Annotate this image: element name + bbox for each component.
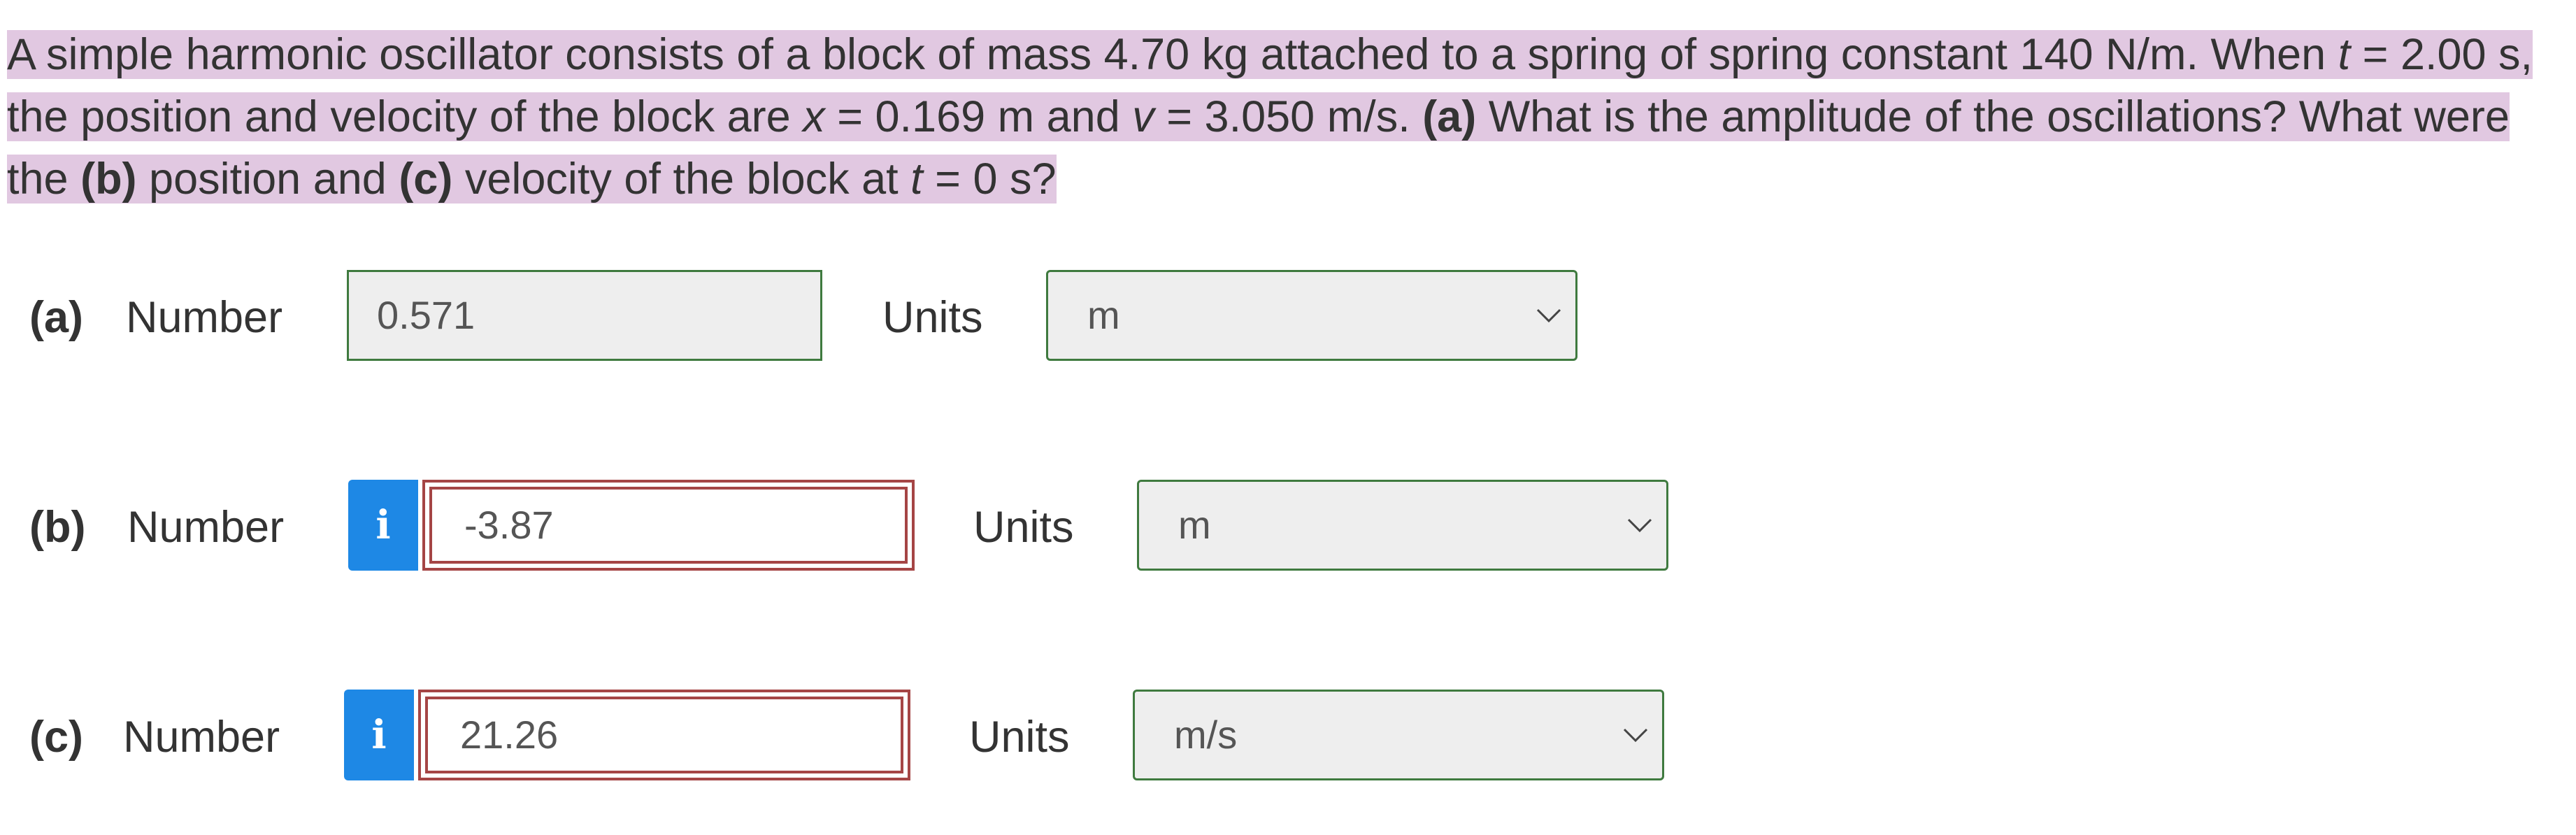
answer-input-b-value: -3.87 — [429, 487, 908, 564]
part-a-ref: (a) — [1422, 92, 1477, 141]
chevron-down-icon — [1536, 308, 1561, 323]
answer-input-c[interactable]: 21.26 — [418, 690, 910, 780]
units-select-value: m — [1087, 293, 1120, 337]
part-c-label: (c) — [29, 713, 83, 762]
units-select-a[interactable]: m — [1046, 270, 1577, 361]
part-b-ref: (b) — [80, 155, 137, 204]
answer-row-b: (b) Number i -3.87 Units m — [0, 480, 2576, 575]
answer-row-a: (a) Number 0.571 Units m — [0, 270, 2576, 365]
answer-row-c: (c) Number i 21.26 Units m/s — [0, 690, 2576, 785]
question-fragment: velocity of the block at — [452, 155, 911, 204]
number-label: Number — [126, 293, 283, 342]
units-select-b[interactable]: m — [1137, 480, 1668, 571]
variable-t: t — [2338, 30, 2351, 79]
units-select-value: m/s — [1174, 713, 1238, 757]
part-b-label: (b) — [29, 503, 86, 552]
chevron-down-icon — [1623, 728, 1648, 743]
info-icon[interactable]: i — [348, 480, 418, 571]
units-select-c[interactable]: m/s — [1133, 690, 1664, 780]
number-label: Number — [123, 713, 280, 762]
part-c-ref: (c) — [399, 155, 453, 204]
variable-t: t — [910, 155, 923, 204]
question-fragment: = 3.050 m/s. — [1154, 92, 1423, 141]
number-label: Number — [127, 503, 285, 552]
question-fragment: position and — [136, 155, 399, 204]
units-label: Units — [973, 503, 1074, 552]
units-label: Units — [882, 293, 983, 342]
units-label: Units — [969, 713, 1070, 762]
question-text: A simple harmonic oscillator consists of… — [7, 24, 2569, 210]
answer-input-b[interactable]: -3.87 — [422, 480, 915, 571]
answer-input-c-value: 21.26 — [425, 697, 903, 773]
answer-input-a[interactable]: 0.571 — [347, 270, 822, 361]
variable-v: v — [1132, 92, 1154, 141]
variable-x: x — [803, 92, 825, 141]
question-fragment: A simple harmonic oscillator consists of… — [7, 30, 2338, 79]
units-select-value: m — [1178, 503, 1211, 547]
question-highlight: A simple harmonic oscillator consists of… — [7, 30, 2533, 204]
question-fragment: = 0 s? — [922, 155, 1057, 204]
chevron-down-icon — [1627, 518, 1652, 533]
part-a-label: (a) — [29, 293, 83, 342]
info-icon[interactable]: i — [344, 690, 414, 780]
question-fragment: = 0.169 m and — [824, 92, 1133, 141]
